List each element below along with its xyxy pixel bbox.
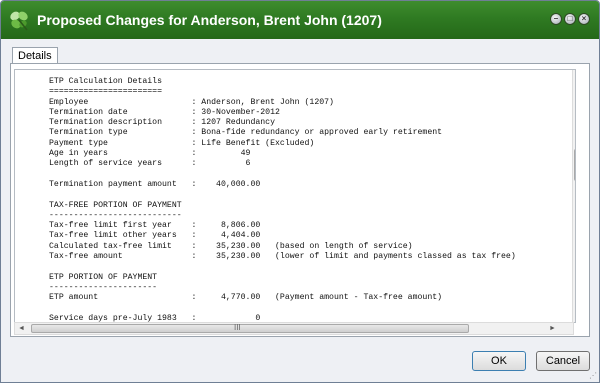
proposed-changes-dialog: Proposed Changes for Anderson, Brent Joh… [0, 0, 600, 383]
details-line: Termination description : 1207 Redundanc… [49, 118, 276, 128]
scroll-up-icon[interactable]: ▲ [573, 70, 575, 83]
details-line: ETP Calculation Details [49, 77, 163, 86]
etp-details-textbox[interactable]: ETP Calculation Details ================… [14, 69, 576, 323]
horizontal-scroll-thumb[interactable] [31, 324, 469, 333]
details-line: Tax-free limit other years : 4,404.00 [49, 231, 261, 241]
details-line: ---------------------- [49, 282, 158, 292]
scroll-grip-icon: III [234, 323, 241, 332]
details-line: --------------------------- [49, 210, 182, 220]
tab-details[interactable]: Details [12, 47, 58, 64]
details-line: Employee : Anderson, Brent John (1207) [49, 97, 334, 107]
details-line: Age in years : 49 [49, 149, 251, 159]
ok-button[interactable]: OK [472, 351, 526, 371]
close-button[interactable]: × [578, 13, 590, 25]
details-line: ETP amount : 4,770.00 (Payment amount - … [49, 293, 443, 303]
details-line: Termination type : Bona-fide redundancy … [49, 128, 443, 138]
maximize-button[interactable]: □ [564, 13, 576, 25]
details-line: Termination date : 30-November-2012 [49, 107, 280, 117]
details-line: ETP PORTION OF PAYMENT [49, 272, 158, 282]
minimize-icon: – [553, 14, 559, 23]
scroll-right-icon[interactable]: ► [546, 323, 559, 335]
close-icon: × [581, 14, 587, 23]
details-line: Tax-free limit first year : 8,806.00 [49, 221, 261, 231]
clover-app-icon [10, 11, 28, 31]
cancel-button[interactable]: Cancel [536, 351, 590, 371]
vertical-scrollbar[interactable]: ▲ ▼ [572, 70, 575, 322]
maximize-icon: □ [567, 14, 573, 23]
scroll-down-icon[interactable]: ▼ [573, 309, 575, 322]
details-line: TAX-FREE PORTION OF PAYMENT [49, 200, 182, 210]
window-title: Proposed Changes for Anderson, Brent Joh… [37, 12, 382, 28]
minimize-button[interactable]: – [550, 13, 562, 25]
details-line: ======================= [49, 87, 163, 97]
details-line: Payment type : Life Benefit (Excluded) [49, 138, 315, 148]
details-line: Termination payment amount : 40,000.00 [49, 179, 261, 189]
tab-strip: Details [1, 39, 599, 64]
details-line: Length of service years : 6 [49, 159, 251, 169]
details-line: Calculated tax-free limit : 35,230.00 (b… [49, 241, 413, 251]
horizontal-scrollbar[interactable]: ◄ III ► [14, 322, 574, 335]
resize-grip-icon[interactable]: ⋰ [589, 371, 597, 380]
etp-details-text: ETP Calculation Details ================… [49, 77, 516, 322]
vertical-scroll-thumb[interactable] [574, 149, 575, 181]
details-line: Tax-free amount : 35,230.00 (lower of li… [49, 252, 516, 262]
title-bar[interactable]: Proposed Changes for Anderson, Brent Joh… [1, 1, 599, 39]
scroll-left-icon[interactable]: ◄ [15, 323, 28, 335]
